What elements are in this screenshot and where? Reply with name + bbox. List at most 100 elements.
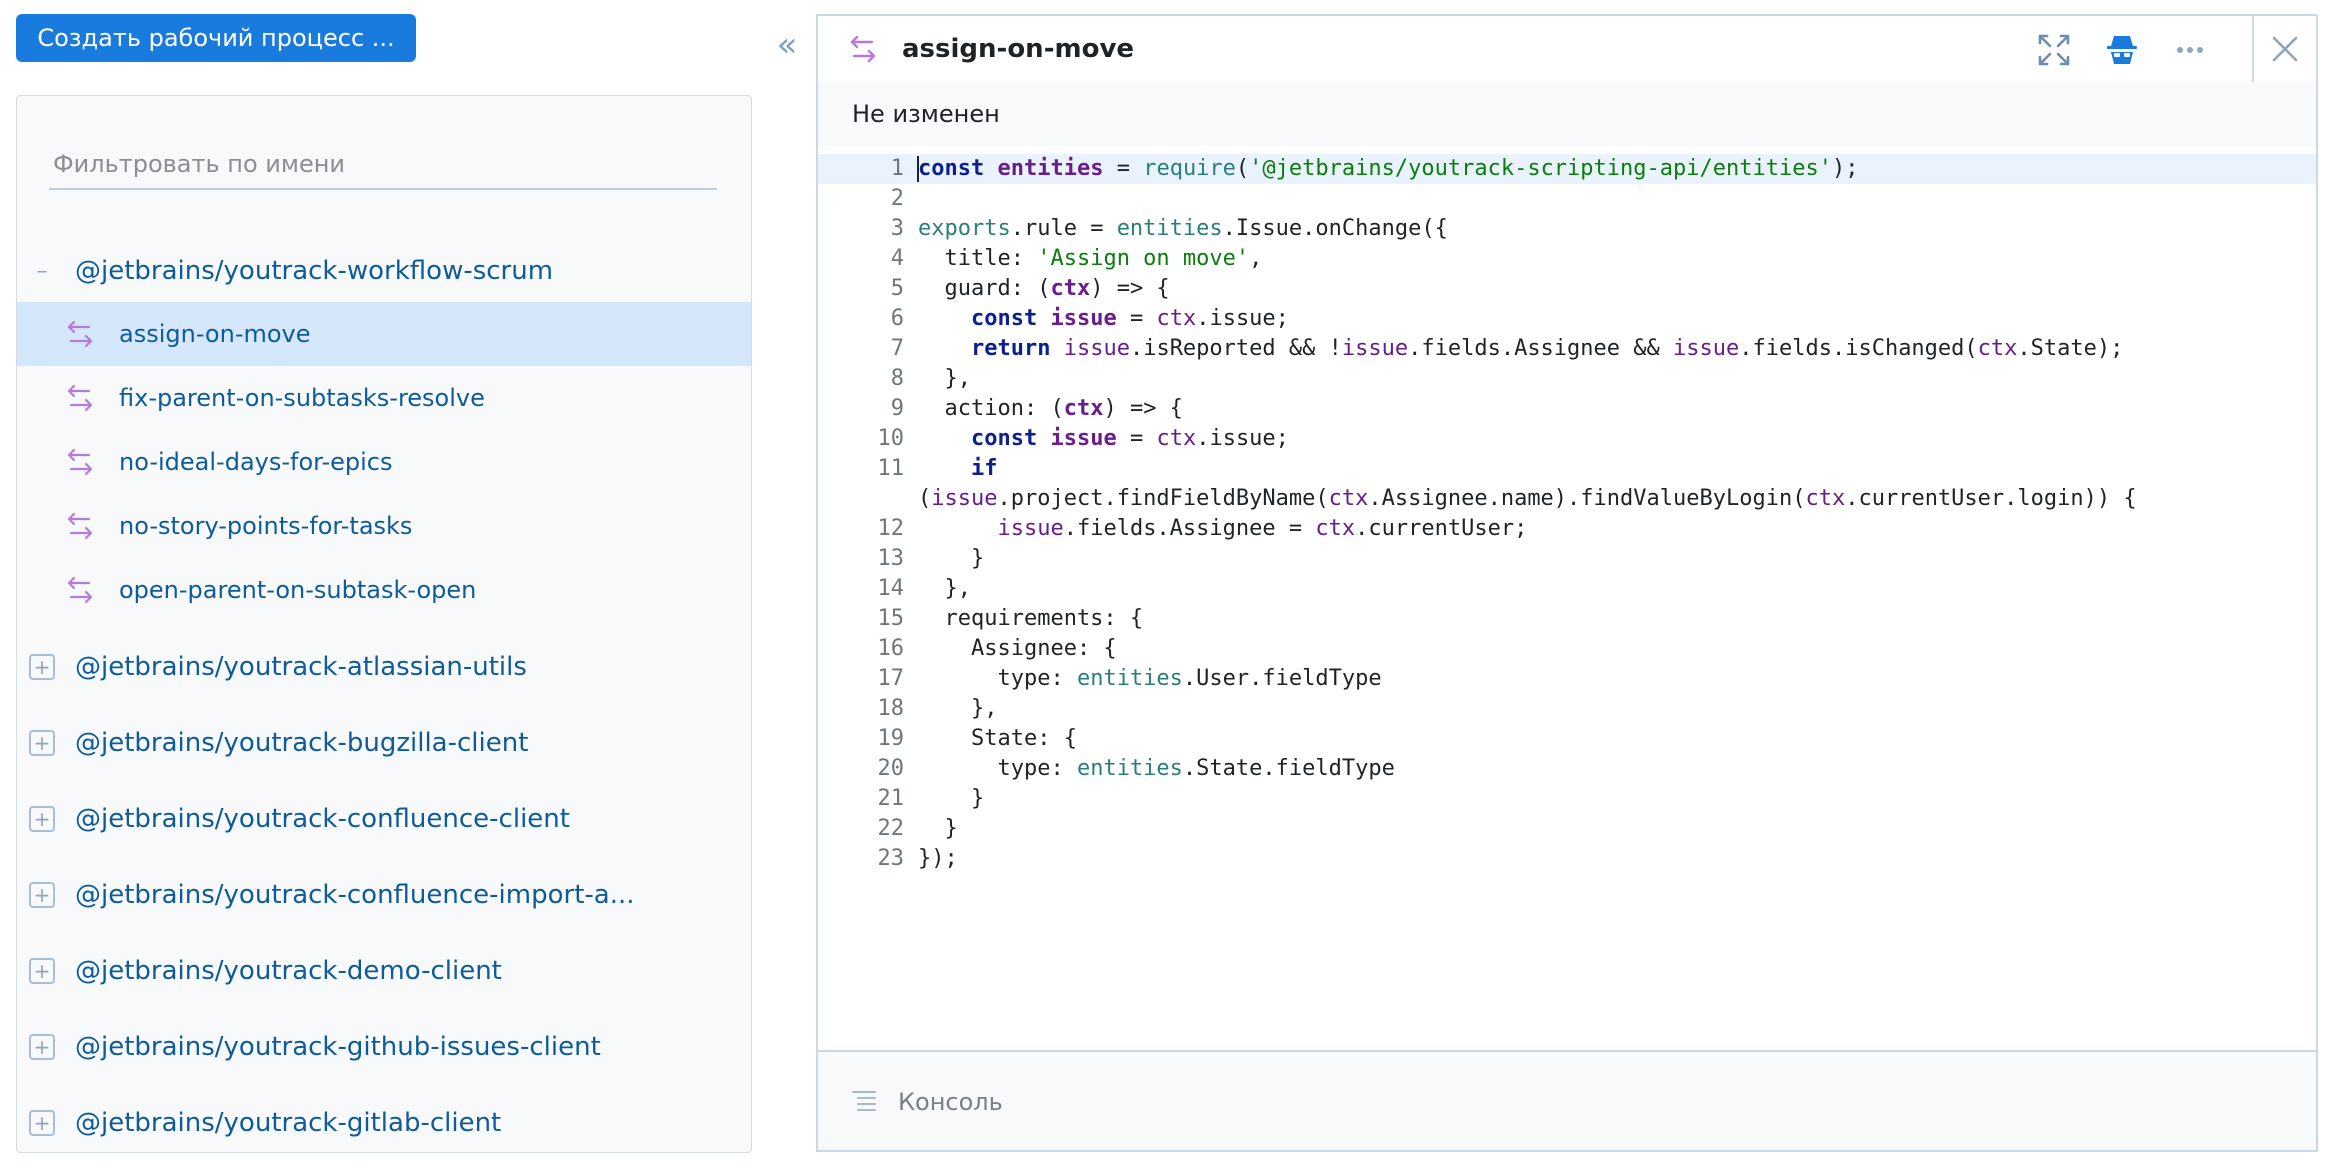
collapse-sidebar-icon[interactable]: «	[770, 28, 804, 62]
collapse-minus-icon[interactable]: –	[29, 258, 55, 284]
rule-icon	[67, 448, 93, 476]
expand-plus-icon[interactable]: +	[29, 1034, 55, 1060]
incognito-icon[interactable]	[2104, 32, 2140, 68]
code-token: =	[1116, 426, 1157, 451]
code-token: .State);	[2017, 336, 2124, 361]
sidebar-rule-item[interactable]: open-parent-on-subtask-open	[17, 558, 751, 622]
code-line: 16 Assignee: {	[818, 634, 2316, 664]
code-text: title: 'Assign on move',	[918, 244, 1262, 274]
code-token: });	[918, 846, 958, 871]
code-token: ctx	[1328, 486, 1369, 511]
package-row[interactable]: + @jetbrains/youtrack-gitlab-client	[17, 1090, 751, 1152]
line-number: 13	[877, 546, 905, 571]
code-text: const issue = ctx.issue;	[918, 424, 1289, 454]
code-token: },	[918, 576, 971, 601]
package-row[interactable]: + @jetbrains/youtrack-demo-client	[17, 938, 751, 1004]
code-token: }	[918, 546, 985, 571]
sidebar-rule-item[interactable]: no-ideal-days-for-epics	[17, 430, 751, 494]
code-token: ctx	[1805, 486, 1846, 511]
code-line: 2	[818, 184, 2316, 214]
code-line: 20 type: entities.State.fieldType	[818, 754, 2316, 784]
filter-by-name-input[interactable]	[49, 140, 717, 190]
expand-plus-icon[interactable]: +	[29, 882, 55, 908]
code-text: const issue = ctx.issue;	[918, 304, 1289, 334]
package-name: @jetbrains/youtrack-atlassian-utils	[75, 652, 527, 682]
workflow-list-panel: – @jetbrains/youtrack-workflow-scrum ass…	[16, 95, 752, 1153]
line-number: 7	[890, 336, 904, 361]
package-name: @jetbrains/youtrack-workflow-scrum	[75, 256, 554, 286]
code-editor[interactable]: 1 const entities = require('@jetbrains/yo…	[818, 154, 2316, 1044]
code-token: =	[1103, 156, 1144, 181]
code-token: require	[1143, 156, 1236, 181]
line-number: 11	[877, 456, 905, 481]
sidebar-rule-item[interactable]: assign-on-move	[17, 302, 751, 366]
more-icon[interactable]	[2172, 32, 2208, 68]
expand-plus-icon[interactable]: +	[29, 730, 55, 756]
close-icon[interactable]	[2268, 32, 2302, 66]
code-token: },	[918, 366, 971, 391]
code-token: entities	[997, 156, 1104, 181]
code-text: const entities = require('@jetbrains/you…	[918, 154, 1858, 184]
code-line: 22 }	[818, 814, 2316, 844]
code-token: .State.fieldType	[1182, 756, 1395, 781]
expand-plus-icon[interactable]: +	[29, 806, 55, 832]
code-token: issue	[1050, 426, 1117, 451]
create-workflow-button[interactable]: Создать рабочий процесс ...	[16, 14, 416, 62]
code-text: },	[918, 574, 971, 604]
package-row[interactable]: + @jetbrains/youtrack-github-issues-clien…	[17, 1014, 751, 1080]
code-token: .User.fieldType	[1182, 666, 1382, 691]
rule-name: assign-on-move	[119, 320, 311, 348]
code-line: 3 exports.rule = entities.Issue.onChange(…	[818, 214, 2316, 244]
line-number: 5	[890, 276, 904, 301]
package-row[interactable]: + @jetbrains/youtrack-atlassian-utils	[17, 634, 751, 700]
package-name: @jetbrains/youtrack-confluence-import-a.…	[75, 880, 635, 910]
expand-plus-icon[interactable]: +	[29, 958, 55, 984]
code-text: State: {	[918, 724, 1077, 754]
line-number: 2	[890, 186, 904, 211]
code-token: const	[970, 426, 1038, 451]
code-token: .currentUser;	[1355, 516, 1528, 541]
package-row[interactable]: + @jetbrains/youtrack-bugzilla-client	[17, 710, 751, 776]
line-number: 23	[877, 846, 905, 871]
rule-name: no-ideal-days-for-epics	[119, 448, 393, 476]
code-text: (issue.project.findFieldByName(ctx.Assig…	[918, 484, 2137, 514]
code-token: .issue;	[1196, 426, 1289, 451]
code-text: requirements: {	[918, 604, 1143, 634]
code-token: .Issue.onChange({	[1222, 216, 1448, 241]
code-token: guard: (	[918, 276, 1051, 301]
code-text: if	[918, 454, 998, 484]
expand-plus-icon[interactable]: +	[29, 1110, 55, 1136]
workflow-editor: assign-on-move Не изменен 1 const entiti…	[816, 14, 2318, 1152]
package-row[interactable]: + @jetbrains/youtrack-confluence-import-a…	[17, 862, 751, 928]
expand-icon[interactable]	[2036, 32, 2072, 68]
code-token: issue	[1673, 336, 1740, 361]
code-token: entities	[1076, 756, 1183, 781]
code-text: }	[918, 784, 984, 814]
editor-header: assign-on-move	[818, 16, 2316, 84]
console-label: Консоль	[898, 1088, 1003, 1116]
close-button[interactable]	[2252, 16, 2316, 82]
code-token: issue	[931, 486, 998, 511]
package-row-expanded[interactable]: – @jetbrains/youtrack-workflow-scrum	[17, 238, 751, 304]
code-token: requirements: {	[918, 606, 1144, 631]
code-token: .fields.Assignee =	[1063, 516, 1316, 541]
code-token: ctx	[1977, 336, 2018, 361]
code-token: ctx	[1315, 516, 1356, 541]
code-text: Assignee: {	[918, 634, 1117, 664]
sidebar-rule-item[interactable]: no-story-points-for-tasks	[17, 494, 751, 558]
sidebar-rule-item[interactable]: fix-parent-on-subtasks-resolve	[17, 366, 751, 430]
package-name: @jetbrains/youtrack-demo-client	[75, 956, 502, 986]
package-row[interactable]: + @jetbrains/youtrack-confluence-client	[17, 786, 751, 852]
console-panel[interactable]: Консоль	[818, 1050, 2316, 1150]
expand-plus-icon[interactable]: +	[29, 654, 55, 680]
code-token: return	[970, 336, 1051, 361]
code-token: type:	[918, 666, 1077, 691]
code-token: ,	[1249, 246, 1263, 271]
code-line: 19 State: {	[818, 724, 2316, 754]
line-number: 16	[877, 636, 905, 661]
line-number: 10	[877, 426, 905, 451]
code-line: 1 const entities = require('@jetbrains/yo…	[818, 154, 2316, 184]
